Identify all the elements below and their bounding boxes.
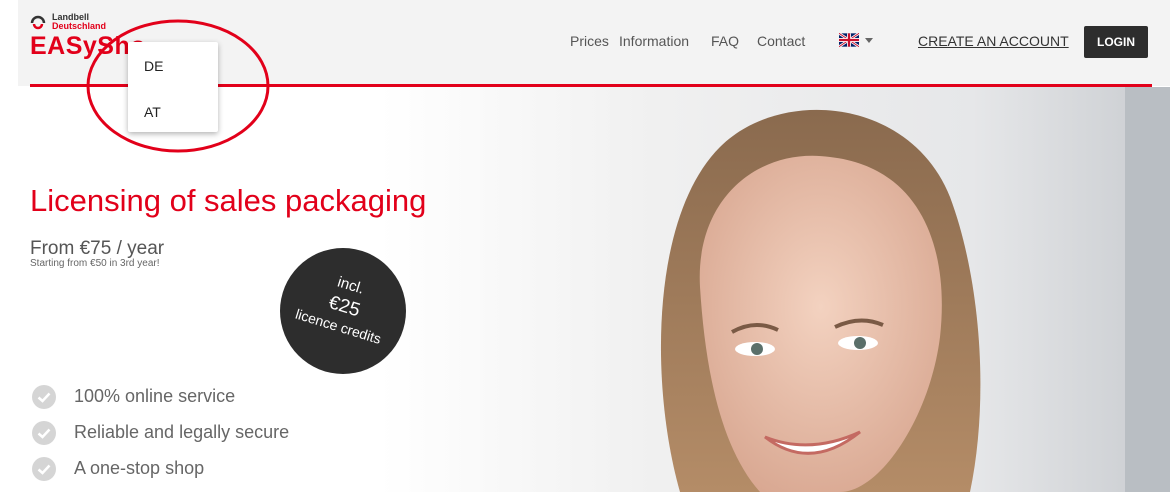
- check-circle-icon: [32, 421, 56, 445]
- chevron-down-icon[interactable]: [865, 38, 873, 43]
- price-note: Starting from €50 in 3rd year!: [30, 258, 160, 269]
- hero-title: Licensing of sales packaging: [30, 183, 427, 218]
- nav-information[interactable]: Information: [619, 33, 689, 49]
- logo-brand-line2: Deutschland: [52, 21, 107, 31]
- hero-image: [380, 87, 1170, 492]
- credits-badge: incl. €25 licence credits: [280, 248, 406, 374]
- check-circle-icon: [32, 385, 56, 409]
- landbell-logo-icon: [30, 15, 46, 30]
- nav-prices[interactable]: Prices: [570, 33, 609, 49]
- login-button[interactable]: LOGIN: [1084, 26, 1148, 58]
- nav-faq[interactable]: FAQ: [711, 33, 739, 49]
- nav-contact[interactable]: Contact: [757, 33, 805, 49]
- country-dropdown: DE AT: [128, 42, 218, 132]
- country-option-at[interactable]: AT: [144, 104, 161, 120]
- uk-flag-icon[interactable]: [839, 33, 859, 47]
- feature-text: Reliable and legally secure: [74, 422, 290, 442]
- country-option-de[interactable]: DE: [144, 58, 163, 74]
- create-account-link[interactable]: CREATE AN ACCOUNT: [918, 33, 1069, 49]
- price-text: From €75 / year: [30, 238, 165, 259]
- check-circle-icon: [32, 457, 56, 481]
- feature-text: A one-stop shop: [74, 458, 205, 478]
- feature-text: 100% online service: [74, 386, 236, 406]
